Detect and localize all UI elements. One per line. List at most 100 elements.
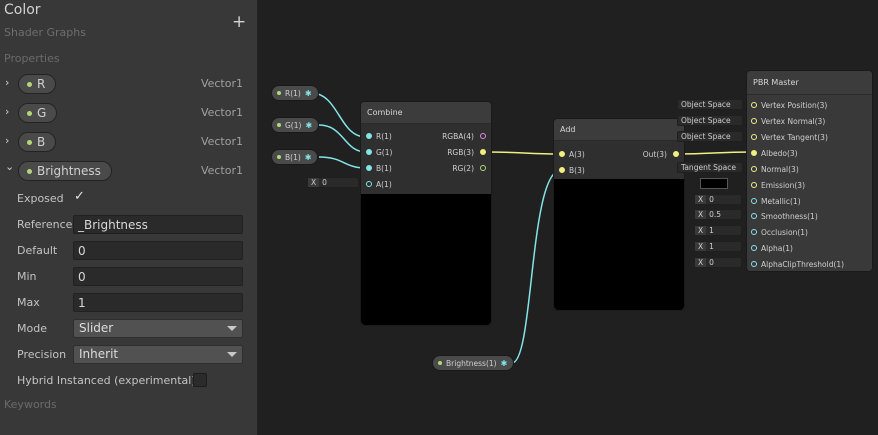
expand-arrow-icon[interactable]: › <box>5 105 9 118</box>
vertex-tangent-space-field[interactable]: Object Space <box>677 131 743 142</box>
property-type: Vector1 <box>200 106 243 119</box>
exposed-checkbox[interactable]: ✓ <box>74 189 85 204</box>
combine-a-field[interactable]: X 0 <box>307 177 359 188</box>
output-port-icon[interactable]: ✱ <box>305 89 312 98</box>
x-label: X <box>695 210 707 219</box>
property-row-g[interactable]: › G Vector1 <box>0 102 258 124</box>
port-b-icon[interactable] <box>559 167 565 173</box>
port-label: Vertex Position(3) <box>761 101 828 110</box>
port-a-icon[interactable] <box>559 151 565 157</box>
default-input[interactable]: 0 <box>73 241 243 260</box>
output-port-icon[interactable]: ✱ <box>305 121 312 130</box>
metallic-field[interactable]: X 0 <box>694 194 742 205</box>
property-name: B <box>37 135 46 149</box>
property-node-r[interactable]: R(1) ✱ <box>271 85 319 101</box>
vertex-normal-space-field[interactable]: Object Space <box>677 115 743 126</box>
port-vertex-tangent-icon[interactable] <box>751 134 757 140</box>
vector1-dot-icon <box>277 123 281 127</box>
port-normal-icon[interactable] <box>751 166 757 172</box>
port-occlusion-icon[interactable] <box>751 229 757 235</box>
space-value: Object Space <box>681 100 731 109</box>
port-label: Normal(3) <box>761 165 799 174</box>
min-input[interactable]: 0 <box>73 267 243 286</box>
hybrid-instanced-checkbox[interactable] <box>193 373 207 387</box>
add-node-ports: A(3) B(3) Out(3) <box>554 141 684 179</box>
mode-value: Slider <box>79 321 114 335</box>
port-g-icon[interactable] <box>366 149 372 155</box>
port-label-a: A(3) <box>569 150 585 159</box>
property-type: Vector1 <box>200 135 243 148</box>
port-label-g: G(1) <box>376 148 393 157</box>
normal-space-field[interactable]: Tangent Space <box>677 162 743 173</box>
dropdown-caret-icon <box>227 326 237 331</box>
max-input[interactable]: 1 <box>73 293 243 312</box>
hybrid-instanced-label: Hybrid Instanced (experimental) <box>17 374 196 387</box>
reference-input[interactable]: _Brightness <box>73 215 243 234</box>
port-label: Albedo(3) <box>761 149 798 158</box>
alpha-clip-field[interactable]: X 0 <box>694 257 742 268</box>
port-label: Alpha(1) <box>761 244 793 253</box>
property-name: Brightness <box>37 164 101 178</box>
property-pill[interactable]: G <box>18 103 58 123</box>
property-node-brightness[interactable]: Brightness(1) ✱ <box>432 355 515 371</box>
port-emission-icon[interactable] <box>751 182 757 188</box>
pbr-master-node[interactable]: PBR Master Vertex Position(3) Vertex Nor… <box>746 70 873 272</box>
property-pill[interactable]: B <box>18 132 57 152</box>
port-out-icon[interactable] <box>673 151 679 157</box>
add-node[interactable]: Add A(3) B(3) Out(3) <box>553 118 685 311</box>
space-value: Object Space <box>681 132 731 141</box>
precision-dropdown[interactable]: Inherit <box>73 345 243 364</box>
property-pill[interactable]: R <box>18 74 57 94</box>
output-port-icon[interactable]: ✱ <box>501 359 508 368</box>
wire-add-to-albedo <box>678 151 753 155</box>
port-label-out: Out(3) <box>642 150 667 159</box>
port-smoothness-icon[interactable] <box>751 213 757 219</box>
property-name: G <box>37 106 47 120</box>
property-node-label: G(1) <box>285 120 302 130</box>
add-preview <box>554 179 684 310</box>
port-r-icon[interactable] <box>366 133 372 139</box>
vector1-dot-icon <box>27 81 32 87</box>
combine-preview <box>361 194 491 325</box>
alpha-clip-value: 0 <box>709 258 714 267</box>
output-port-icon[interactable]: ✱ <box>305 153 312 162</box>
port-label: Emission(3) <box>761 181 805 190</box>
port-alpha-clip-icon[interactable] <box>751 261 757 267</box>
port-b-icon[interactable] <box>366 165 372 171</box>
property-node-b[interactable]: B(1) ✱ <box>271 149 319 165</box>
port-label-r: R(1) <box>376 132 392 141</box>
expand-arrow-icon[interactable]: › <box>5 134 9 147</box>
port-label: AlphaClipThreshold(1) <box>761 260 845 269</box>
port-rg-icon[interactable] <box>480 165 486 171</box>
property-row-r[interactable]: › R Vector1 <box>0 73 258 95</box>
property-node-label: R(1) <box>285 88 301 98</box>
port-rgb-icon[interactable] <box>480 149 486 155</box>
alpha-field[interactable]: X 1 <box>694 241 742 252</box>
space-value: Tangent Space <box>681 163 736 172</box>
mode-dropdown[interactable]: Slider <box>73 319 243 338</box>
add-property-button[interactable]: + <box>232 12 246 32</box>
port-alpha-icon[interactable] <box>751 245 757 251</box>
combine-node-ports: R(1) G(1) B(1) A(1) RGBA(4) RGB(3) RG(2) <box>361 124 491 194</box>
property-row-brightness[interactable]: ⌄ Brightness Vector1 <box>0 160 258 182</box>
smoothness-field[interactable]: X 0.5 <box>694 209 742 220</box>
expand-arrow-icon[interactable]: › <box>5 76 9 89</box>
x-label: X <box>695 258 707 267</box>
occlusion-field[interactable]: X 1 <box>694 225 742 236</box>
wire-r-to-combine <box>310 92 367 138</box>
property-type: Vector1 <box>200 77 243 90</box>
port-vertex-position-icon[interactable] <box>751 102 757 108</box>
port-vertex-normal-icon[interactable] <box>751 118 757 124</box>
port-metallic-icon[interactable] <box>751 198 757 204</box>
property-pill[interactable]: Brightness <box>18 161 112 181</box>
vertex-position-space-field[interactable]: Object Space <box>677 99 743 110</box>
property-node-g[interactable]: G(1) ✱ <box>271 117 320 133</box>
port-a-icon[interactable] <box>366 181 372 187</box>
port-albedo-icon[interactable] <box>751 150 757 156</box>
emission-color-swatch[interactable] <box>700 178 728 189</box>
combine-node[interactable]: Combine R(1) G(1) B(1) A(1) RGBA(4) RGB(… <box>360 101 492 326</box>
graph-canvas[interactable]: R(1) ✱ G(1) ✱ B(1) ✱ Brightness(1) ✱ X 0… <box>259 0 878 435</box>
property-row-b[interactable]: › B Vector1 <box>0 131 258 153</box>
port-rgba-icon[interactable] <box>480 133 486 139</box>
collapse-arrow-icon[interactable]: ⌄ <box>5 160 14 173</box>
